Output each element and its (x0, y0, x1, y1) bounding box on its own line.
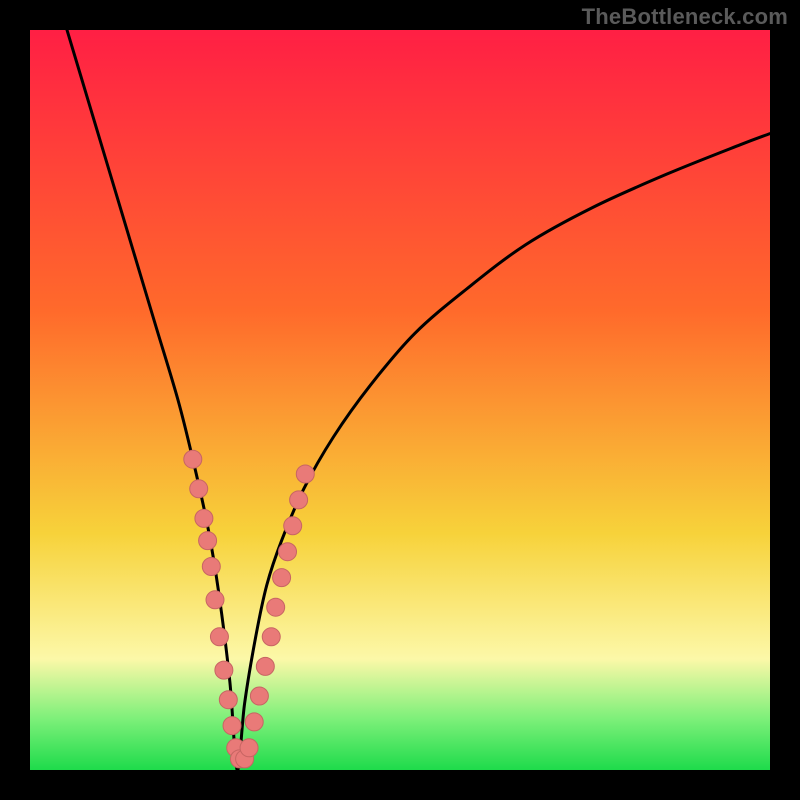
data-point (290, 491, 308, 509)
data-point (273, 569, 291, 587)
plot-background (30, 30, 770, 770)
watermark-label: TheBottleneck.com (582, 4, 788, 30)
data-point (284, 517, 302, 535)
data-point (262, 628, 280, 646)
data-point (223, 717, 241, 735)
bottleneck-chart (0, 0, 800, 800)
data-point (195, 509, 213, 527)
data-point (219, 691, 237, 709)
chart-container: TheBottleneck.com (0, 0, 800, 800)
data-point (256, 657, 274, 675)
data-point (296, 465, 314, 483)
data-point (245, 713, 263, 731)
data-point (279, 543, 297, 561)
data-point (240, 739, 258, 757)
data-point (202, 558, 220, 576)
data-point (215, 661, 233, 679)
data-point (190, 480, 208, 498)
data-point (206, 591, 224, 609)
data-point (184, 450, 202, 468)
data-point (210, 628, 228, 646)
data-point (250, 687, 268, 705)
data-point (199, 532, 217, 550)
data-point (267, 598, 285, 616)
